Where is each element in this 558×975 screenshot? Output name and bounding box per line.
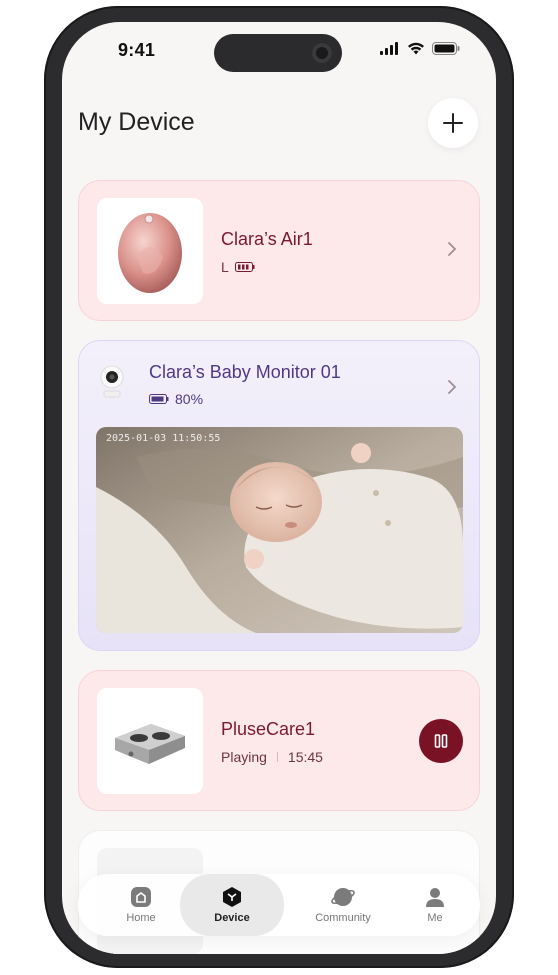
pause-button[interactable] [419,719,463,763]
signal-icon [380,42,398,55]
tab-label: Community [315,912,371,924]
tab-label: Home [126,912,156,924]
video-timestamp: 2025-01-03 11:50:55 [106,433,221,444]
foot-massager-image [115,724,185,764]
add-device-button[interactable] [428,98,478,148]
breast-pump-image [118,213,182,293]
tab-device[interactable]: Device [180,874,284,936]
battery-status-icon [432,42,460,55]
battery-icon [234,262,255,272]
device-name: PluseCare1 [221,719,316,739]
plus-icon [443,113,463,133]
chevron-right-icon[interactable] [447,375,457,401]
camera-icon [312,43,332,63]
baby-image [96,427,463,633]
status-time: 9:41 [118,40,156,60]
device-name: Clara’s Air1 [221,229,313,249]
battery-icon [149,394,169,404]
status-icons [380,42,460,55]
device-card-plusecare[interactable]: PluseCare1 Playing 15:45 [78,670,480,811]
device-thumbnail [97,198,203,304]
status-bar: 9:41 [62,22,496,78]
tab-me[interactable]: Me [390,874,480,936]
tab-community[interactable]: Community [298,874,388,936]
device-card-air1[interactable]: Clara’s Air1 L [78,180,480,321]
chevron-right-icon[interactable] [447,237,457,263]
wifi-icon [408,42,424,55]
person-icon [426,888,444,907]
device-status: L [221,259,255,275]
play-time: 15:45 [287,749,323,765]
dynamic-island [214,34,342,72]
device-play-status: Playing 15:45 [221,749,323,765]
home-icon [131,887,151,907]
device-battery: 80% [149,391,203,407]
tab-label: Me [427,912,443,924]
planet-icon [331,888,355,906]
tab-home[interactable]: Home [96,874,186,936]
pause-icon [434,734,448,748]
separator [276,752,278,762]
play-state: Playing [221,749,267,765]
live-video-feed[interactable]: 2025-01-03 11:50:55 [96,427,463,633]
battery-percent: 80% [175,391,204,407]
side-label: L [221,259,229,275]
device-name: Clara’s Baby Monitor 01 [149,362,341,382]
page-title: My Device [78,108,195,136]
device-icon [223,887,241,907]
device-card-baby-monitor[interactable]: Clara’s Baby Monitor 01 80% 2025-01-03 1… [78,340,480,651]
camera-device-icon [100,365,124,398]
tab-bar: Home Device Community Me [78,874,480,936]
device-thumbnail [97,688,203,794]
tab-label: Device [214,912,250,924]
screen: 9:41 My Device Clara’s Air1 L Clara’s Ba… [62,22,496,954]
